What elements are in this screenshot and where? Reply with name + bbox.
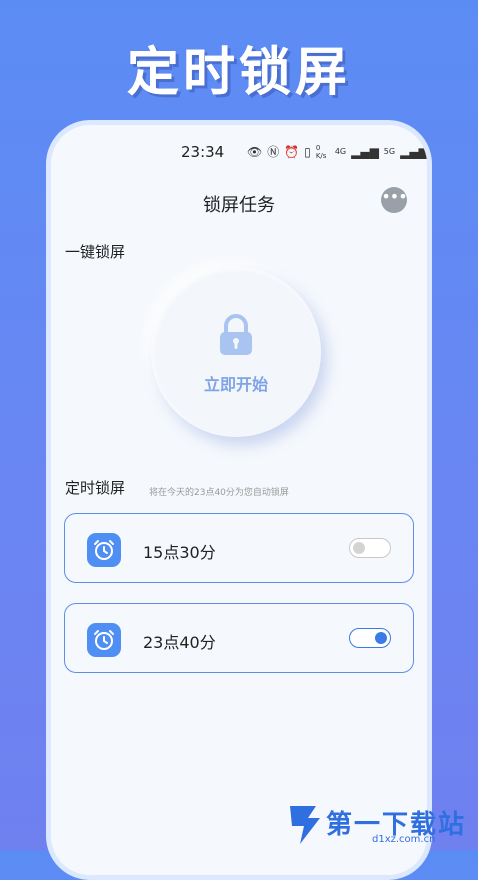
watermark-logo-icon — [290, 806, 320, 844]
timer-item-1[interactable]: 15点30分 — [64, 513, 414, 583]
signal-5g-label: 5G — [383, 147, 396, 156]
lock-icon — [220, 314, 252, 355]
status-bar: 23:34 👁 Ⓝ ⏰ ▯ 0 K/s 4G ▂▄▆ 5G ▂▄▆ 42 — [51, 141, 427, 165]
alarm-clock-icon — [87, 623, 121, 657]
vibrate-icon: ▯ — [304, 144, 311, 159]
more-options-button[interactable]: ••• — [381, 187, 408, 213]
watermark-url: d1xz.com.cn — [372, 834, 436, 845]
alarm-clock-icon — [87, 533, 121, 567]
status-icons: 👁 Ⓝ ⏰ ▯ 0 K/s 4G ▂▄▆ 5G ▂▄▆ 42 — [247, 143, 428, 160]
signal-bars-icon-2: ▂▄▆ — [400, 144, 428, 159]
promo-title: 定时锁屏 — [126, 43, 351, 103]
timer-time-label: 15点30分 — [143, 543, 216, 562]
start-lock-button[interactable]: 立即开始 — [151, 267, 321, 437]
signal-4g-label: 4G — [334, 147, 347, 156]
timer-time-label: 23点40分 — [143, 633, 216, 652]
status-time: 23:34 — [181, 143, 225, 161]
start-lock-label: 立即开始 — [203, 375, 268, 394]
network-speed: 0 K/s — [315, 143, 327, 160]
alarm-status-icon: ⏰ — [284, 144, 300, 159]
timed-lock-hint: 将在今天的23点40分为您自动锁屏 — [149, 488, 289, 498]
watermark: 第一下载站 d1xz.com.cn — [282, 800, 478, 850]
timer-toggle-off[interactable] — [349, 538, 391, 558]
eye-icon: 👁 — [247, 144, 263, 159]
toggle-knob — [353, 542, 365, 554]
page-title: 锁屏任务 — [203, 195, 275, 216]
timer-item-2[interactable]: 23点40分 — [64, 603, 414, 673]
one-key-lock-label: 一键锁屏 — [65, 243, 126, 261]
signal-bars-icon: ▂▄▆ — [351, 144, 379, 159]
timed-lock-label: 定时锁屏 — [65, 479, 126, 497]
timer-toggle-on[interactable] — [349, 628, 391, 648]
nfc-icon: Ⓝ — [267, 145, 280, 159]
phone-screen: 23:34 👁 Ⓝ ⏰ ▯ 0 K/s 4G ▂▄▆ 5G ▂▄▆ 42 锁屏任… — [46, 120, 432, 880]
toggle-knob — [375, 632, 387, 644]
